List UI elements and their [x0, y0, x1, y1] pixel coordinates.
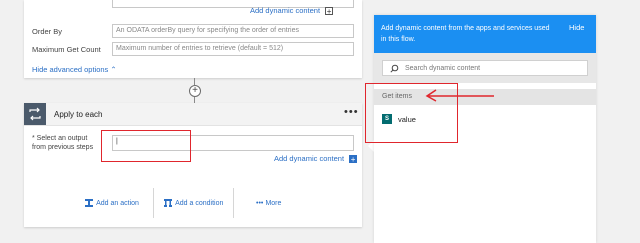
plus-icon[interactable]: +: [349, 155, 358, 164]
action-divider: [233, 188, 234, 218]
more-button[interactable]: ••• More: [256, 198, 281, 207]
more-label[interactable]: More: [265, 200, 281, 207]
plus-icon[interactable]: +: [325, 7, 334, 16]
add-dynamic-content-link[interactable]: Add dynamic content: [274, 154, 344, 163]
order-by-input[interactable]: An ODATA orderBy query for specifying th…: [112, 24, 354, 38]
hide-advanced-options-label[interactable]: Hide advanced options: [32, 65, 108, 74]
add-action-button[interactable]: Add an action: [84, 198, 139, 208]
chevron-up-icon: ⌃: [110, 65, 117, 74]
add-action-icon: [85, 199, 93, 208]
ellipsis-icon: •••: [256, 200, 264, 207]
add-action-label[interactable]: Add an action: [96, 200, 139, 207]
apply-to-each-card: Apply to each ••• * Select an output fro…: [24, 103, 362, 227]
add-dynamic-content-top[interactable]: Add dynamic content +: [250, 6, 334, 16]
add-dynamic-content-apply[interactable]: Add dynamic content +: [274, 154, 358, 164]
add-condition-label[interactable]: Add a condition: [175, 200, 223, 207]
annotation-arrow: [425, 89, 494, 102]
dynamic-content-header: Add dynamic content from the apps and se…: [374, 15, 596, 53]
max-get-count-input[interactable]: Maximum number of entries to retrieve (d…: [112, 42, 354, 56]
apply-to-each-header[interactable]: Apply to each •••: [24, 103, 362, 126]
add-condition-icon: [164, 199, 172, 208]
dynamic-search-input[interactable]: Search dynamic content: [382, 60, 588, 76]
insert-step-plus-icon[interactable]: +: [189, 85, 201, 97]
search-placeholder: Search dynamic content: [405, 65, 481, 72]
order-by-label: Order By: [32, 27, 63, 36]
apply-to-each-title: Apply to each: [54, 110, 103, 119]
hide-panel-button[interactable]: Hide: [569, 23, 584, 32]
max-get-count-label: Maximum Get Count: [32, 45, 101, 54]
more-menu-icon[interactable]: •••: [344, 106, 359, 118]
select-output-label: * Select an output from previous steps: [32, 135, 94, 151]
search-icon: [390, 64, 399, 73]
add-condition-button[interactable]: Add a condition: [163, 198, 223, 208]
add-dynamic-content-link[interactable]: Add dynamic content: [250, 6, 320, 15]
annotation-box-input: [101, 130, 191, 162]
get-items-card: Add dynamic content + Order By An ODATA …: [24, 0, 362, 78]
loop-icon: [24, 103, 46, 125]
dynamic-content-header-text: Add dynamic content from the apps and se…: [381, 25, 550, 43]
action-divider: [153, 188, 154, 218]
hide-advanced-options-link[interactable]: Hide advanced options ⌃: [32, 65, 117, 74]
connector-line-top: [194, 78, 195, 85]
